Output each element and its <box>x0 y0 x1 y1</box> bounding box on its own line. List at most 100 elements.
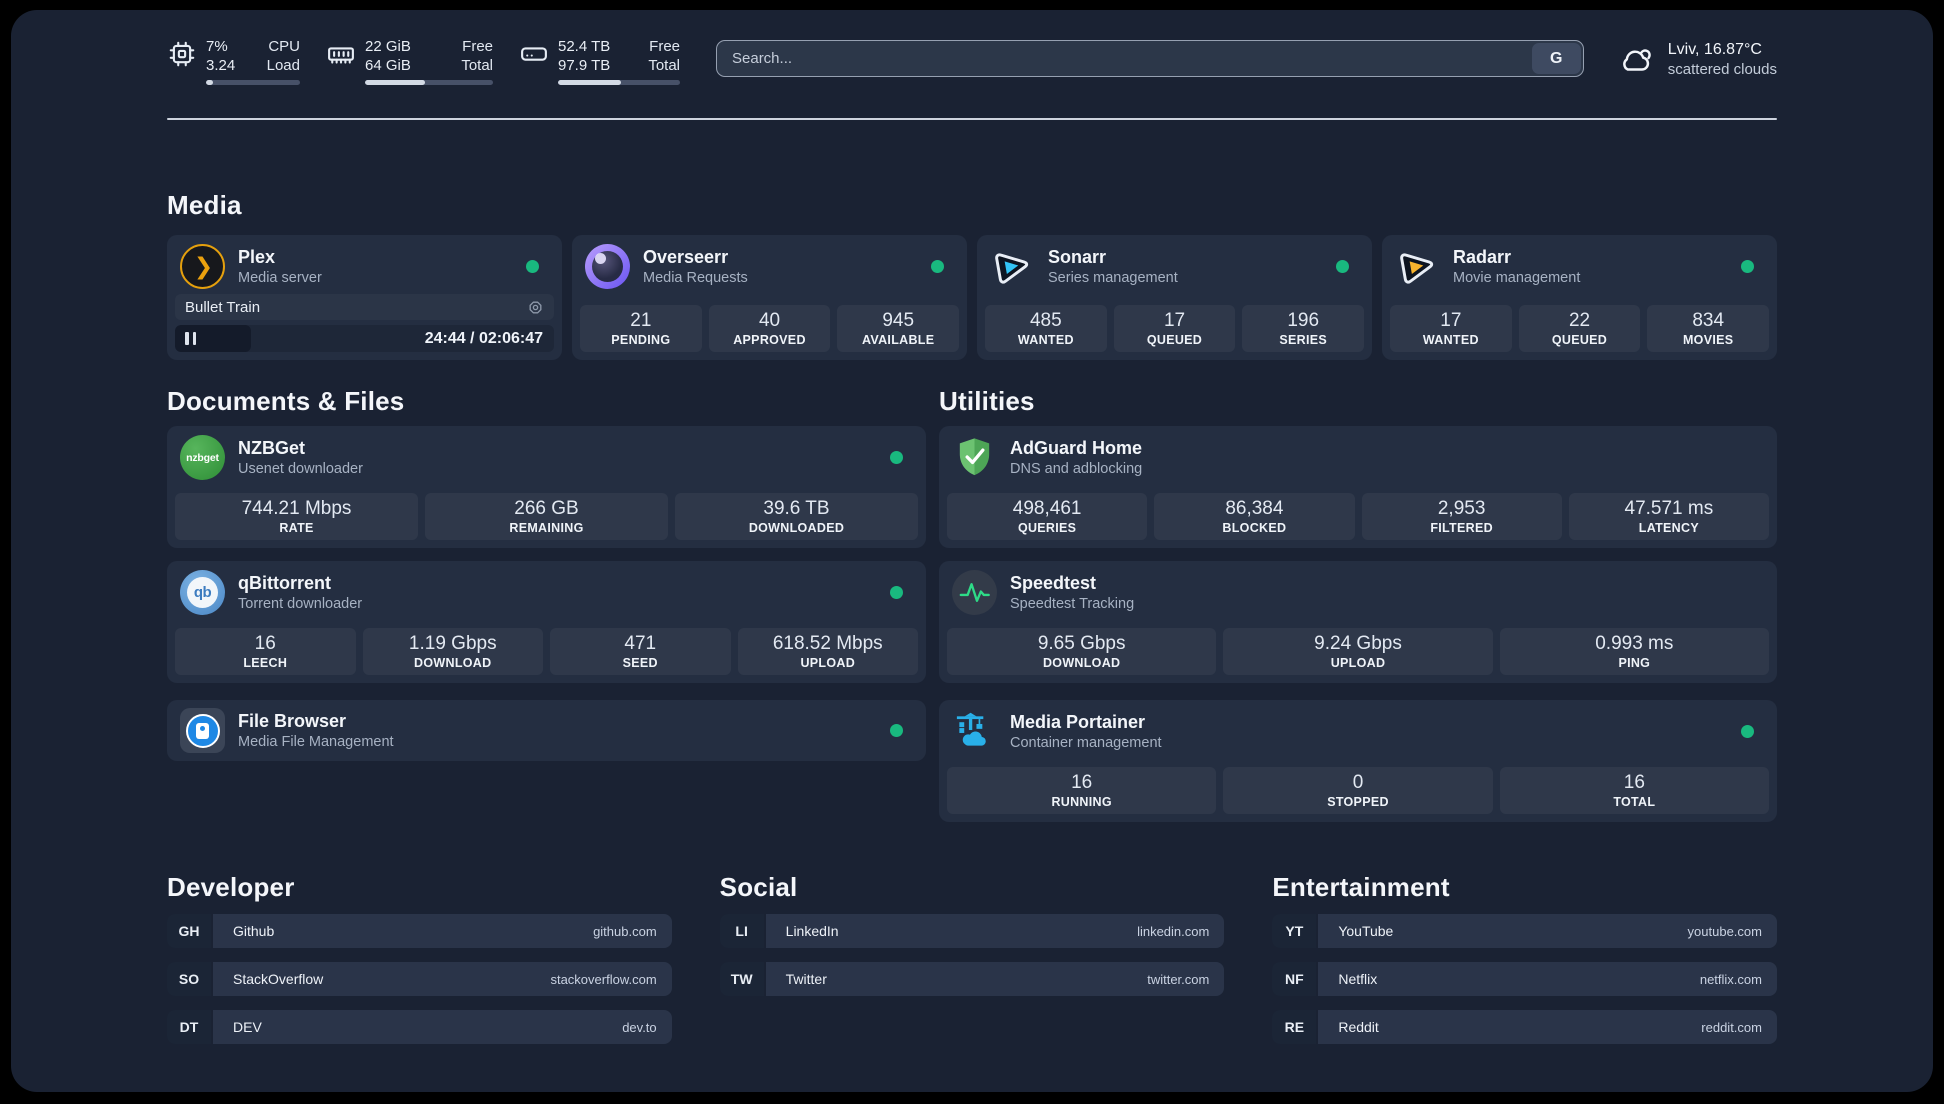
sonarr-icon <box>990 244 1035 289</box>
link-reddit[interactable]: RE Reddit reddit.com <box>1272 1010 1777 1044</box>
cpu-usage-value: 7% <box>206 38 228 55</box>
stat-series: 196 SERIES <box>1242 305 1365 352</box>
memory-stat: 22 GiB 64 GiB Free Total <box>326 37 493 85</box>
link-url: youtube.com <box>1687 923 1762 939</box>
now-playing-title: Bullet Train <box>185 298 261 316</box>
app-card-plex[interactable]: ❯ Plex Media server Bullet Train 24:44 /… <box>167 235 562 360</box>
links-developer: Developer GH Github github.com SO StackO… <box>167 870 672 1058</box>
status-dot <box>526 260 539 273</box>
app-card-qbittorrent[interactable]: qb qBittorrent Torrent downloader 16 LEEC… <box>167 561 926 683</box>
search-engine-button[interactable]: G <box>1531 43 1581 74</box>
links-entertainment: Entertainment YT YouTube youtube.com NF … <box>1272 870 1777 1058</box>
app-card-sonarr[interactable]: Sonarr Series management 485 WANTED 17 QUE… <box>977 235 1372 360</box>
link-stackoverflow[interactable]: SO StackOverflow stackoverflow.com <box>167 962 672 996</box>
pause-button[interactable] <box>185 332 196 345</box>
search-bar: G <box>716 40 1584 77</box>
memory-free-label: Free <box>462 38 493 55</box>
disk-total-label: Total <box>648 57 680 74</box>
media-player-widget: Bullet Train 24:44 / 02:06:47 <box>167 294 562 360</box>
cpu-progress-bar <box>206 80 300 85</box>
cpu-load-label: Load <box>266 57 300 74</box>
overseerr-icon <box>585 244 630 289</box>
stat-queued: 17 QUEUED <box>1113 305 1236 352</box>
app-card-speedtest[interactable]: Speedtest Speedtest Tracking 9.65 Gbps DO… <box>939 561 1777 683</box>
link-abbr: SO <box>167 962 211 996</box>
app-description: Usenet downloader <box>238 460 363 477</box>
app-name: qBittorrent <box>238 572 331 593</box>
cpu-icon <box>169 41 195 67</box>
app-card-adguard[interactable]: AdGuard Home DNS and adblocking 498,461 Q… <box>939 426 1777 548</box>
status-dot <box>1741 260 1754 273</box>
weather-widget: Lviv, 16.87°C scattered clouds <box>1618 39 1777 79</box>
section-title-utilities: Utilities <box>939 386 1035 416</box>
section-title-entertainment: Entertainment <box>1272 872 1450 902</box>
app-name: Plex <box>238 246 276 267</box>
disk-free-label: Free <box>649 38 680 55</box>
app-name: Media Portainer <box>1010 711 1146 732</box>
cpu-load-value: 3.24 <box>206 57 236 74</box>
app-description: Speedtest Tracking <box>1010 595 1135 612</box>
system-stats: 7% 3.24 CPU Load 22 GiB 64 GiB Free Tota… <box>167 37 680 85</box>
stat-queries: 498,461 QUERIES <box>947 493 1148 540</box>
cpu-usage-label: CPU <box>268 38 300 55</box>
stat-queued: 22 QUEUED <box>1518 305 1641 352</box>
stat-blocked: 86,384 BLOCKED <box>1154 493 1355 540</box>
app-description: Movie management <box>1453 269 1581 286</box>
link-abbr: LI <box>719 914 764 948</box>
app-card-overseerr[interactable]: Overseerr Media Requests 21 PENDING 40 APP… <box>572 235 967 360</box>
status-dot <box>1336 260 1349 273</box>
session-settings-icon[interactable] <box>527 299 544 316</box>
stat-movies: 834 MOVIES <box>1647 305 1770 352</box>
app-card-filebrowser[interactable]: File Browser Media File Management <box>167 700 926 761</box>
stat-remaining: 266 GB REMAINING <box>425 493 668 540</box>
link-name: Github <box>233 923 275 939</box>
documents-column: Documents & Files nzbget NZBGet Usenet d… <box>167 384 926 822</box>
link-github[interactable]: GH Github github.com <box>167 914 672 948</box>
stat-download: 1.19 Gbps DOWNLOAD <box>362 628 543 675</box>
app-description: Torrent downloader <box>238 595 363 612</box>
link-twitter[interactable]: TW Twitter twitter.com <box>719 962 1225 996</box>
app-description: Media Requests <box>643 269 748 286</box>
seek-bar: 24:44 / 02:06:47 <box>175 325 554 352</box>
stat-stopped: 0 STOPPED <box>1223 767 1493 814</box>
link-url: stackoverflow.com <box>550 971 657 987</box>
link-youtube[interactable]: YT YouTube youtube.com <box>1272 914 1777 948</box>
stat-seed: 471 SEED <box>550 628 731 675</box>
links-social: Social LI LinkedIn linkedin.com TW Twitt… <box>719 870 1225 1058</box>
link-name: StackOverflow <box>233 971 324 987</box>
link-name: Netflix <box>1338 971 1378 987</box>
stat-download: 9.65 Gbps DOWNLOAD <box>947 628 1217 675</box>
stat-running: 16 RUNNING <box>947 767 1217 814</box>
link-abbr: YT <box>1272 914 1317 948</box>
memory-progress-bar <box>365 80 493 85</box>
link-url: reddit.com <box>1701 1019 1762 1035</box>
link-url: dev.to <box>622 1019 657 1035</box>
link-name: Twitter <box>785 971 827 987</box>
app-name: Speedtest <box>1010 572 1097 593</box>
link-name: LinkedIn <box>785 923 839 939</box>
app-name: NZBGet <box>238 437 305 458</box>
app-description: Container management <box>1010 734 1162 751</box>
stat-ping: 0.993 ms PING <box>1499 628 1769 675</box>
status-dot <box>1741 725 1754 738</box>
app-card-radarr[interactable]: Radarr Movie management 17 WANTED 22 QUEUE… <box>1382 235 1777 360</box>
link-dev[interactable]: DT DEV dev.to <box>167 1010 672 1044</box>
search-input[interactable] <box>717 41 1532 76</box>
app-name: File Browser <box>238 710 347 731</box>
weather-location: Lviv, 16.87°C <box>1667 41 1762 58</box>
stat-available: 945 AVAILABLE <box>837 305 960 352</box>
app-description: Media File Management <box>238 733 394 750</box>
stat-downloaded: 39.6 TB DOWNLOADED <box>675 493 918 540</box>
app-card-portainer[interactable]: Media Portainer Container management 16 R… <box>939 700 1777 822</box>
dashboard: 7% 3.24 CPU Load 22 GiB 64 GiB Free Tota… <box>11 10 1933 1092</box>
memory-total-value: 64 GiB <box>365 57 411 74</box>
link-netflix[interactable]: NF Netflix netflix.com <box>1272 962 1777 996</box>
utilities-column: Utilities AdGuard Home DNS and adblockin… <box>939 384 1777 822</box>
section-title-social: Social <box>719 872 798 902</box>
link-linkedin[interactable]: LI LinkedIn linkedin.com <box>719 914 1225 948</box>
radarr-icon <box>1395 244 1440 289</box>
app-card-nzbget[interactable]: nzbget NZBGet Usenet downloader 744.21 M… <box>167 426 926 548</box>
qbittorrent-icon: qb <box>180 570 225 615</box>
app-name: AdGuard Home <box>1010 437 1143 458</box>
topbar: 7% 3.24 CPU Load 22 GiB 64 GiB Free Tota… <box>11 37 1933 85</box>
